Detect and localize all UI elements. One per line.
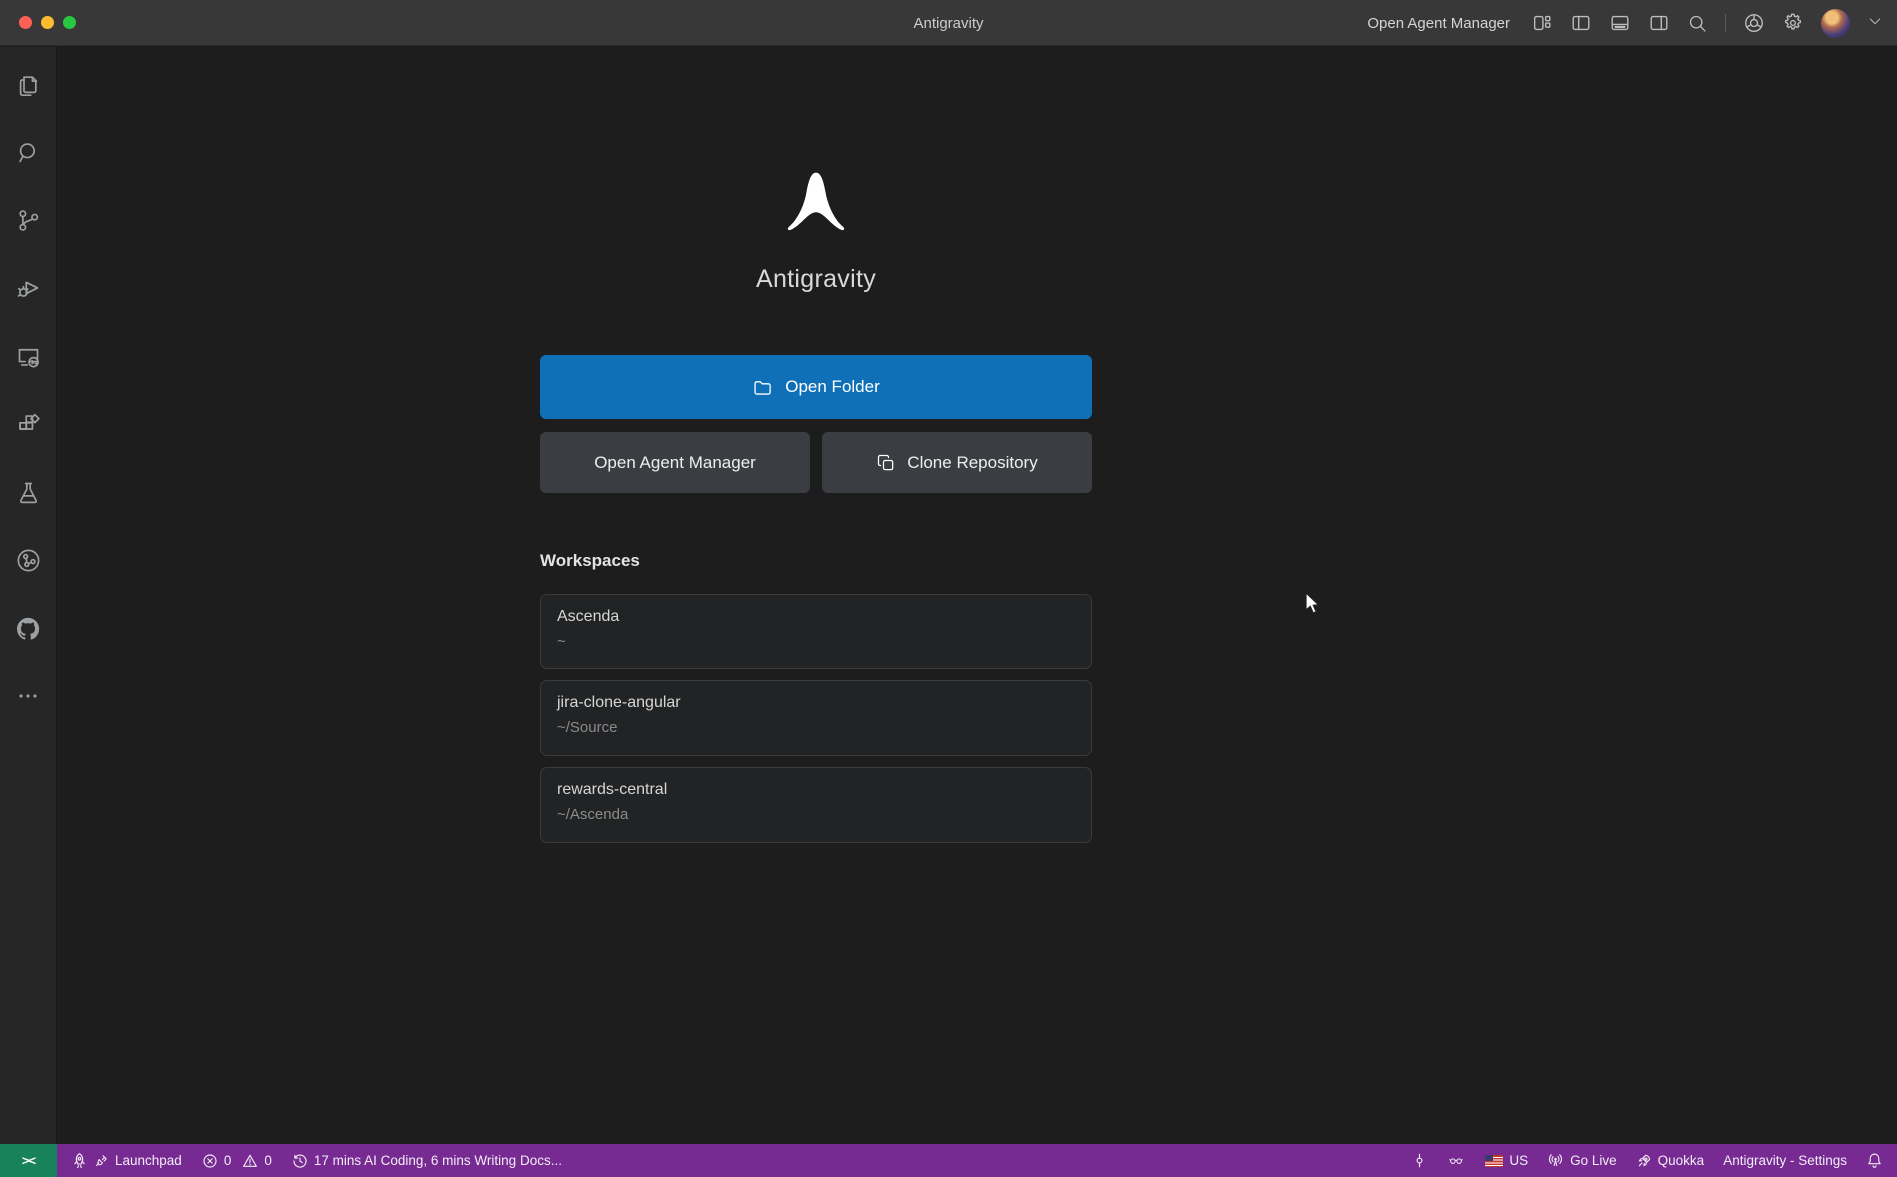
us-flag-icon: [1485, 1155, 1503, 1167]
keyboard-layout-status-item[interactable]: US: [1485, 1153, 1528, 1168]
broadcast-icon: [1547, 1152, 1564, 1169]
workspace-item-jira-clone-angular[interactable]: jira-clone-angular ~/Source: [540, 680, 1092, 756]
warning-icon: [242, 1153, 258, 1169]
open-agent-manager-label: Open Agent Manager: [594, 453, 756, 473]
remote-icon: ><: [22, 1153, 35, 1168]
workspace-item-rewards-central[interactable]: rewards-central ~/Ascenda: [540, 767, 1092, 843]
toggle-secondary-sidebar-icon[interactable]: [1648, 12, 1670, 34]
time-tracking-status-item[interactable]: 17 mins AI Coding, 6 mins Writing Docs..…: [292, 1153, 562, 1169]
settings-status-item[interactable]: Antigravity - Settings: [1723, 1153, 1847, 1168]
go-live-label: Go Live: [1570, 1153, 1617, 1168]
quokka-label: Quokka: [1658, 1153, 1705, 1168]
open-agent-manager-button[interactable]: Open Agent Manager: [540, 432, 810, 493]
workspace-name: rewards-central: [557, 781, 1075, 799]
status-bar: >< Launchpad 0 0 17 mins AI Coding, 6 mi…: [0, 1144, 1897, 1177]
time-tracking-label: 17 mins AI Coding, 6 mins Writing Docs..…: [314, 1153, 562, 1168]
clone-repository-button[interactable]: Clone Repository: [822, 432, 1092, 493]
workspace-path: ~: [557, 633, 1075, 650]
customize-layout-icon[interactable]: [1531, 12, 1553, 34]
app-name: Antigravity: [540, 265, 1092, 294]
reading-mode-status-item[interactable]: [1446, 1153, 1466, 1168]
more-ellipsis-icon[interactable]: [16, 684, 40, 708]
commit-status-item[interactable]: [1412, 1152, 1427, 1169]
graph-fork-icon[interactable]: [15, 547, 42, 574]
notifications-status-item[interactable]: [1866, 1152, 1883, 1169]
extensions-icon[interactable]: [15, 411, 42, 438]
git-commit-icon: [1412, 1152, 1427, 1169]
workspace-path: ~/Ascenda: [557, 806, 1075, 823]
search-sidebar-icon[interactable]: [15, 139, 42, 166]
explorer-icon[interactable]: [15, 71, 42, 98]
settings-status-label: Antigravity - Settings: [1723, 1153, 1847, 1168]
editor-area: Antigravity Open Folder Open Agent Manag…: [58, 47, 1897, 1144]
toggle-panel-icon[interactable]: [1609, 12, 1631, 34]
workspaces-heading: Workspaces: [540, 551, 640, 571]
glasses-icon: [1446, 1153, 1466, 1168]
chevron-down-icon[interactable]: [1867, 13, 1883, 34]
chrome-icon[interactable]: [1743, 12, 1765, 34]
activity-bar: [0, 47, 57, 1144]
antigravity-logo: [783, 167, 849, 244]
run-debug-icon[interactable]: [15, 275, 42, 302]
open-agent-manager-command[interactable]: Open Agent Manager: [1367, 15, 1510, 32]
testing-beaker-icon[interactable]: [15, 479, 42, 506]
quokka-rocket-icon: [1636, 1153, 1652, 1169]
rocket-icon: [71, 1152, 88, 1169]
launchpad-status-item[interactable]: Launchpad: [71, 1152, 182, 1169]
workspace-path: ~/Source: [557, 719, 1075, 736]
plug-icon: [94, 1153, 109, 1168]
github-icon[interactable]: [14, 615, 42, 643]
open-folder-label: Open Folder: [785, 377, 880, 397]
search-icon[interactable]: [1687, 13, 1708, 34]
workspace-name: Ascenda: [557, 608, 1075, 626]
source-control-icon[interactable]: [15, 207, 42, 234]
open-folder-button[interactable]: Open Folder: [540, 355, 1092, 419]
settings-gear-icon[interactable]: [1782, 12, 1804, 34]
history-icon: [292, 1153, 308, 1169]
toggle-primary-sidebar-icon[interactable]: [1570, 12, 1592, 34]
workspace-item-ascenda[interactable]: Ascenda ~: [540, 594, 1092, 669]
error-count: 0: [224, 1153, 232, 1168]
go-live-status-item[interactable]: Go Live: [1547, 1152, 1617, 1169]
warning-count: 0: [264, 1153, 272, 1168]
remote-indicator[interactable]: ><: [0, 1144, 57, 1177]
bell-icon: [1866, 1152, 1883, 1169]
workspace-name: jira-clone-angular: [557, 694, 1075, 712]
error-icon: [202, 1153, 218, 1169]
titlebar: Antigravity Open Agent Manager: [0, 0, 1897, 46]
problems-status-item[interactable]: 0 0: [202, 1153, 272, 1169]
titlebar-divider: [1725, 14, 1726, 32]
keyboard-layout-label: US: [1509, 1153, 1528, 1168]
clone-repository-label: Clone Repository: [907, 453, 1037, 473]
remote-explorer-icon[interactable]: [15, 343, 42, 370]
quokka-status-item[interactable]: Quokka: [1636, 1153, 1705, 1169]
account-avatar[interactable]: [1821, 9, 1850, 38]
launchpad-label: Launchpad: [115, 1153, 182, 1168]
